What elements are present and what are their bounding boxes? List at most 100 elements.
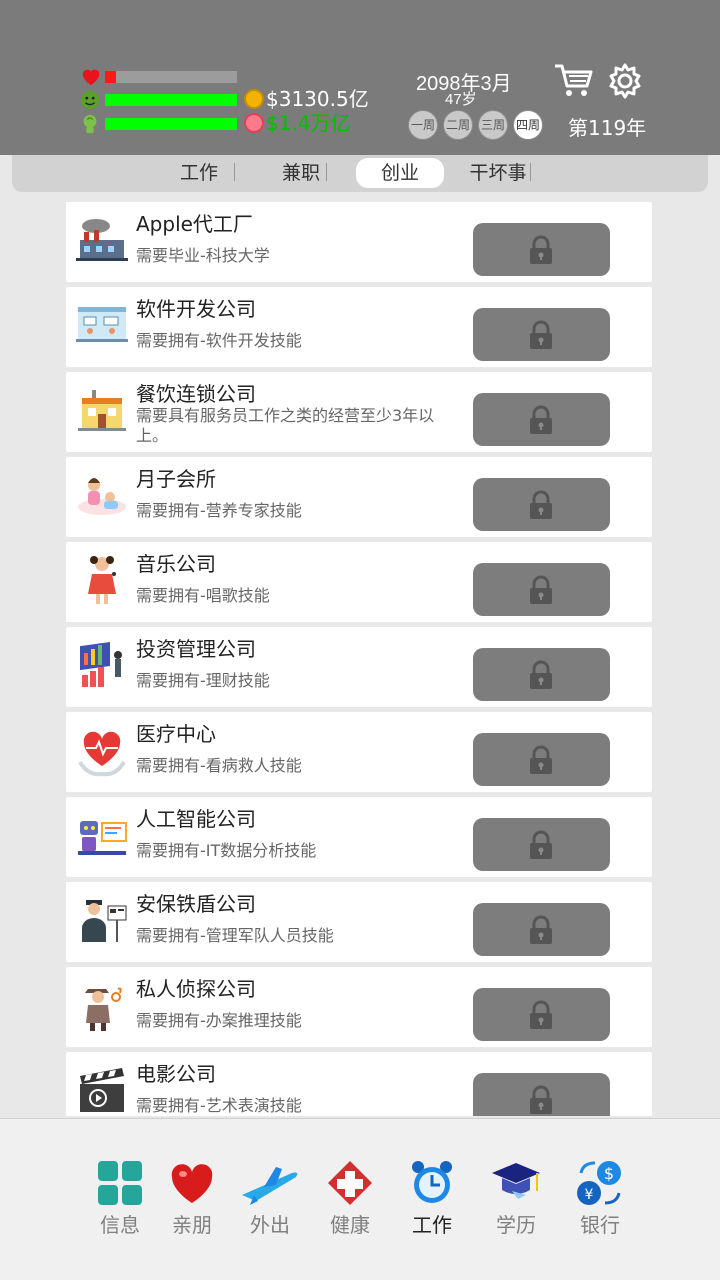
start-business-button[interactable] (473, 988, 610, 1041)
start-business-button[interactable] (473, 393, 610, 446)
business-row: 音乐公司 需要拥有-唱歌技能 (66, 542, 652, 622)
singer-icon (88, 556, 116, 604)
heart-icon (171, 1164, 213, 1203)
business-list[interactable]: Apple代工厂 需要毕业-科技大学 软件开发公司 需要拥有-软件开发技能 餐饮… (0, 200, 720, 1116)
business-row: 投资管理公司 需要拥有-理财技能 (66, 627, 652, 707)
start-business-button[interactable] (473, 223, 610, 276)
lock-icon (530, 490, 552, 519)
business-requirement: 需要毕业-科技大学 (136, 246, 270, 265)
week-2-button[interactable]: 二周 (443, 110, 473, 140)
business-row: Apple代工厂 需要毕业-科技大学 (66, 202, 652, 282)
week-1-button[interactable]: 一周 (408, 110, 438, 140)
mother-baby-icon (78, 478, 126, 515)
restaurant-icon (78, 390, 126, 431)
graduation-cap-icon (492, 1163, 540, 1199)
business-row: 电影公司 需要拥有-艺术表演技能 (66, 1052, 652, 1116)
business-title: 餐饮连锁公司 (136, 382, 256, 406)
debt-icon (244, 113, 264, 133)
airplane-icon (242, 1167, 298, 1205)
start-business-button[interactable] (473, 648, 610, 701)
start-business-button[interactable] (473, 478, 610, 531)
business-row: 人工智能公司 需要拥有-IT数据分析技能 (66, 797, 652, 877)
info-grid-icon (98, 1161, 142, 1205)
mood-bar (105, 94, 237, 106)
nav-label: 亲朋 (172, 1213, 212, 1237)
business-row: 私人侦探公司 需要拥有-办案推理技能 (66, 967, 652, 1047)
nav-label: 银行 (580, 1213, 620, 1237)
tab-parttime[interactable]: 兼职 (262, 158, 340, 188)
currency-exchange-icon: $ ¥ (577, 1161, 621, 1205)
week-3-button[interactable]: 三周 (478, 110, 508, 140)
lock-icon (530, 1085, 552, 1114)
nav-travel[interactable]: 外出 (235, 1159, 305, 1239)
lock-icon (530, 235, 552, 264)
status-header: $3130.5亿 $1.4万亿 2098年3月 47岁 一周 二周 三周 四周 … (0, 0, 720, 155)
security-guard-icon (82, 900, 127, 942)
energy-bar (105, 118, 237, 130)
business-row: 软件开发公司 需要拥有-软件开发技能 (66, 287, 652, 367)
investment-icon (80, 641, 122, 687)
health-bar (105, 71, 237, 83)
svg-text:$: $ (604, 1164, 614, 1183)
business-requirement: 需要拥有-看病救人技能 (136, 756, 302, 775)
nav-info[interactable]: 信息 (85, 1159, 155, 1239)
start-business-button[interactable] (473, 903, 610, 956)
tab-divider (234, 163, 235, 181)
business-title: 电影公司 (136, 1062, 216, 1086)
business-requirement: 需要拥有-管理军队人员技能 (136, 926, 334, 945)
hospital-cross-icon (328, 1161, 372, 1205)
gear-icon[interactable] (606, 62, 644, 100)
lock-icon (530, 745, 552, 774)
nav-health[interactable]: 健康 (315, 1159, 385, 1239)
start-business-button[interactable] (473, 308, 610, 361)
robot-icon (78, 821, 127, 855)
business-row: 医疗中心 需要拥有-看病救人技能 (66, 712, 652, 792)
business-requirement: 需要拥有-艺术表演技能 (136, 1096, 302, 1115)
lock-icon (530, 830, 552, 859)
business-title: 安保铁盾公司 (136, 892, 256, 916)
tab-divider (326, 163, 327, 181)
nav-education[interactable]: 学历 (481, 1159, 551, 1239)
start-business-button[interactable] (473, 1073, 610, 1116)
start-business-button[interactable] (473, 563, 610, 616)
business-title: 音乐公司 (136, 552, 216, 576)
bottom-navigation: 信息 亲朋 外出 健康 工作 学历 $ ¥ 银行 (0, 1118, 720, 1280)
business-requirement: 需要拥有-办案推理技能 (136, 1011, 302, 1030)
business-title: 人工智能公司 (136, 807, 256, 831)
heart-status-icon (82, 69, 100, 86)
money-amount: $3130.5亿 (266, 87, 369, 111)
business-title: Apple代工厂 (136, 212, 253, 236)
lock-icon (530, 660, 552, 689)
nav-family[interactable]: 亲朋 (157, 1159, 227, 1239)
tab-startup[interactable]: 创业 (356, 158, 444, 188)
player-age: 47岁 (445, 91, 477, 108)
nav-label: 学历 (496, 1213, 536, 1237)
start-business-button[interactable] (473, 733, 610, 786)
business-requirement: 需要拥有-软件开发技能 (136, 331, 302, 350)
business-requirement: 需要拥有-理财技能 (136, 671, 270, 690)
nav-bank[interactable]: $ ¥ 银行 (565, 1159, 635, 1239)
lock-icon (530, 575, 552, 604)
clapperboard-icon (80, 1068, 124, 1112)
tab-work[interactable]: 工作 (160, 158, 238, 188)
week-4-button[interactable]: 四周 (513, 110, 543, 140)
nav-label: 外出 (250, 1213, 290, 1237)
face-status-icon (80, 90, 100, 110)
lock-icon (530, 915, 552, 944)
business-row: 安保铁盾公司 需要拥有-管理军队人员技能 (66, 882, 652, 962)
tab-mischief[interactable]: 干坏事 (458, 158, 538, 188)
nav-label: 健康 (330, 1213, 370, 1237)
brain-status-icon (83, 114, 97, 134)
business-title: 医疗中心 (136, 722, 216, 746)
business-row: 餐饮连锁公司 需要具有服务员工作之类的经营至少3年以上。 (66, 372, 652, 452)
coin-icon (244, 89, 264, 109)
business-requirement: 需要具有服务员工作之类的经营至少3年以上。 (136, 406, 435, 445)
start-business-button[interactable] (473, 818, 610, 871)
shopping-cart-icon[interactable] (553, 62, 593, 98)
business-requirement: 需要拥有-营养专家技能 (136, 501, 302, 520)
year-counter: 第119年 (568, 116, 647, 140)
detective-icon (85, 987, 122, 1031)
nav-work[interactable]: 工作 (397, 1159, 467, 1239)
business-requirement: 需要拥有-IT数据分析技能 (136, 841, 317, 860)
nav-label: 工作 (412, 1213, 452, 1237)
